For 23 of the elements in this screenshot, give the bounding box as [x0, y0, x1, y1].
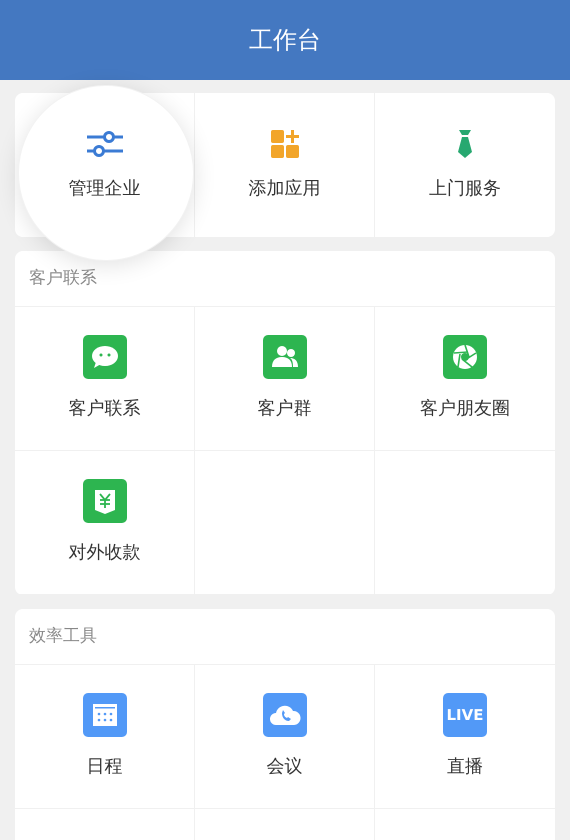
necktie-icon — [458, 130, 472, 158]
quick-action[interactable]: 添加应用 — [195, 93, 374, 237]
app-shortcut[interactable]: 日程 — [15, 665, 194, 808]
chat-icon — [82, 335, 126, 379]
page-title: 工作台 — [249, 25, 321, 56]
cloud-phone-icon — [262, 693, 306, 737]
live-icon: LIVE — [443, 693, 487, 737]
section-title: 效率工具 — [29, 624, 97, 648]
sliders-icon — [86, 130, 122, 156]
calendar-icon — [82, 693, 126, 737]
people-icon — [262, 335, 306, 379]
aperture-icon — [443, 335, 487, 379]
yuan-icon — [82, 479, 126, 523]
app-shortcut[interactable]: LIVE 直播 — [375, 665, 555, 808]
app-shortcut[interactable]: 客户朋友圈 — [375, 307, 555, 450]
app-shortcut[interactable]: 对外收款 — [15, 451, 194, 594]
app-shortcut[interactable]: 客户群 — [195, 307, 374, 450]
quick-action[interactable]: 管理企业 — [15, 93, 194, 237]
section-title: 客户联系 — [29, 266, 97, 290]
add-app-icon — [270, 130, 298, 158]
app-shortcut[interactable]: 客户联系 — [15, 307, 194, 450]
app-shortcut[interactable]: 会议 — [195, 665, 374, 808]
quick-action[interactable]: 上门服务 — [375, 93, 555, 237]
